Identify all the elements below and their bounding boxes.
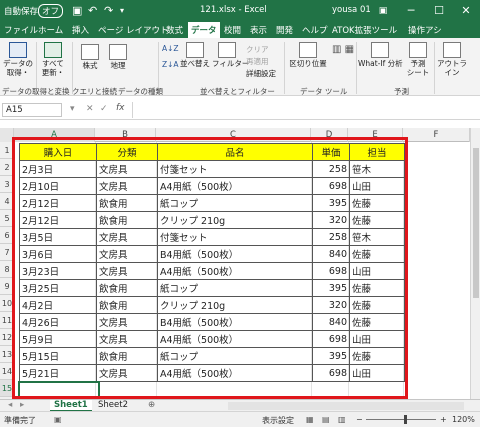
ribbon: データの 取得・ すべて 更新・ 株式 地理 A↓Z Z↓A 並べ替え フィルタ… (0, 38, 480, 96)
columns-icon (299, 42, 317, 58)
filter-label: フィルター (212, 59, 250, 68)
vertical-scrollbar[interactable] (470, 128, 480, 400)
whatif-icon (371, 42, 389, 58)
tab-help[interactable]: ヘルプ (302, 24, 328, 36)
group-label-queries: クエリと接続 (72, 87, 117, 96)
zoom-out-icon[interactable]: − (356, 415, 363, 424)
sort-descending-button[interactable]: Z↓A (162, 60, 179, 69)
autosave-label: 自動保存 (4, 7, 39, 17)
clear-button[interactable]: クリア (246, 44, 269, 55)
undo-icon[interactable]: ↶ (88, 4, 97, 17)
advanced-button[interactable]: 詳細設定 (246, 68, 276, 79)
sort-icon (186, 42, 204, 58)
save-icon[interactable]: ▣ (72, 4, 82, 17)
sort-ascending-button[interactable]: A↓Z (162, 44, 179, 53)
reapply-button[interactable]: 再適用 (246, 56, 269, 67)
outline-button[interactable]: アウトラ イン (436, 42, 468, 77)
tab-formulas[interactable]: 数式 (166, 24, 183, 36)
title-bar: 自動保存 オフ ▣ ↶ ↷ ▾ 121.xlsx - Excel yousa 0… (0, 0, 480, 22)
tab-file[interactable]: ファイル (4, 24, 38, 36)
status-ready: 準備完了 (4, 416, 36, 425)
scrollbar-thumb[interactable] (473, 148, 479, 298)
group-label-sort-filter: 並べ替えとフィルター (200, 87, 275, 96)
view-page-layout-icon[interactable]: ▤ (322, 415, 330, 424)
tab-home[interactable]: ホーム (38, 24, 63, 36)
highlight-box (12, 137, 408, 399)
refresh-all-button[interactable]: すべて 更新・ (38, 42, 68, 77)
outline-icon (443, 42, 461, 58)
sort-button[interactable]: 並べ替え (180, 42, 210, 68)
sheet-tab-bar: ◂ ▸ Sheet1 Sheet2 ⊕ (0, 399, 480, 412)
name-box[interactable]: A15 (2, 103, 62, 117)
sort-label: 並べ替え (180, 59, 210, 68)
ribbon-tabs: ファイル ホーム 挿入 ページ レイアウト 数式 データ 校閲 表示 開発 ヘル… (0, 22, 480, 38)
text-to-columns-button[interactable]: 区切り位置 (288, 42, 328, 68)
whatif-button[interactable]: What-If 分析 (358, 42, 403, 68)
group-label-data-tools: データ ツール (300, 87, 348, 96)
stocks-label: 株式 (82, 61, 98, 70)
stocks-icon (81, 44, 99, 60)
macro-record-icon[interactable]: ▣ (54, 415, 62, 424)
cancel-entry-icon[interactable]: ✕ (86, 104, 94, 114)
tab-developer[interactable]: 開発 (276, 24, 293, 36)
zoom-slider[interactable] (366, 419, 436, 420)
formula-input[interactable] (132, 102, 476, 118)
display-settings[interactable]: 表示設定 (262, 415, 294, 426)
forecast-sheet-button[interactable]: 予測 シート (404, 42, 432, 77)
forecast-sheet-label: 予測 シート (406, 59, 430, 77)
data-tools-icons[interactable]: ▥ ▦ (332, 44, 354, 55)
view-normal-icon[interactable]: ▦ (306, 415, 314, 424)
tab-review[interactable]: 校閲 (224, 24, 241, 36)
geography-button[interactable]: 地理 (104, 44, 132, 70)
refresh-icon (44, 42, 62, 58)
zoom-slider-thumb[interactable] (404, 415, 407, 424)
maximize-button[interactable]: ☐ (424, 0, 454, 22)
database-icon (9, 42, 27, 58)
horizontal-scrollbar[interactable] (228, 402, 464, 410)
window-title: 121.xlsx - Excel (200, 5, 267, 15)
tab-page-layout[interactable]: ページ レイアウト (98, 24, 169, 36)
stocks-button[interactable]: 株式 (76, 44, 104, 70)
zoom-level[interactable]: 120% (452, 415, 475, 424)
formula-bar: A15 ▾ ✕ ✓ fx (0, 100, 480, 120)
group-label-forecast: 予測 (394, 87, 409, 96)
outline-label: アウトラ イン (437, 59, 467, 77)
filter-button[interactable]: フィルター (212, 42, 249, 68)
map-icon (109, 44, 127, 60)
whatif-label: What-If 分析 (358, 59, 403, 68)
tab-atok[interactable]: ATOK拡張ツール (332, 24, 397, 36)
refresh-all-label: すべて 更新・ (41, 59, 65, 77)
group-label-data-types: データの種類 (118, 87, 163, 96)
user-name[interactable]: yousa 01 (332, 5, 371, 15)
filter-icon (218, 42, 236, 58)
tab-data[interactable]: データ (188, 22, 220, 38)
autosave-toggle[interactable]: オフ (38, 4, 64, 18)
column-f-header[interactable]: F (403, 128, 470, 142)
zoom-in-icon[interactable]: + (440, 415, 447, 424)
text-to-columns-label: 区切り位置 (289, 59, 327, 68)
customize-qat-icon[interactable]: ▾ (120, 6, 124, 15)
minimize-button[interactable]: ─ (396, 0, 426, 22)
get-data-button[interactable]: データの 取得・ (2, 42, 34, 77)
get-data-label: データの 取得・ (3, 59, 33, 77)
tab-view[interactable]: 表示 (250, 24, 267, 36)
tell-me-search[interactable]: 操作アシ (408, 24, 442, 36)
geography-label: 地理 (110, 61, 126, 70)
name-box-dropdown-icon[interactable]: ▾ (70, 104, 75, 114)
confirm-entry-icon[interactable]: ✓ (100, 104, 108, 114)
view-page-break-icon[interactable]: ▥ (338, 415, 346, 424)
forecast-icon (409, 42, 427, 58)
insert-function-icon[interactable]: fx (116, 103, 125, 113)
ribbon-display-icon[interactable]: ▣ (368, 0, 398, 22)
tab-insert[interactable]: 挿入 (72, 24, 89, 36)
close-button[interactable]: ✕ (452, 0, 480, 22)
redo-icon[interactable]: ↷ (104, 4, 113, 17)
group-label-get-transform: データの取得と変換 (2, 87, 70, 96)
status-bar: 準備完了 ▣ 表示設定 ▦ ▤ ▥ − + 120% (0, 411, 480, 427)
